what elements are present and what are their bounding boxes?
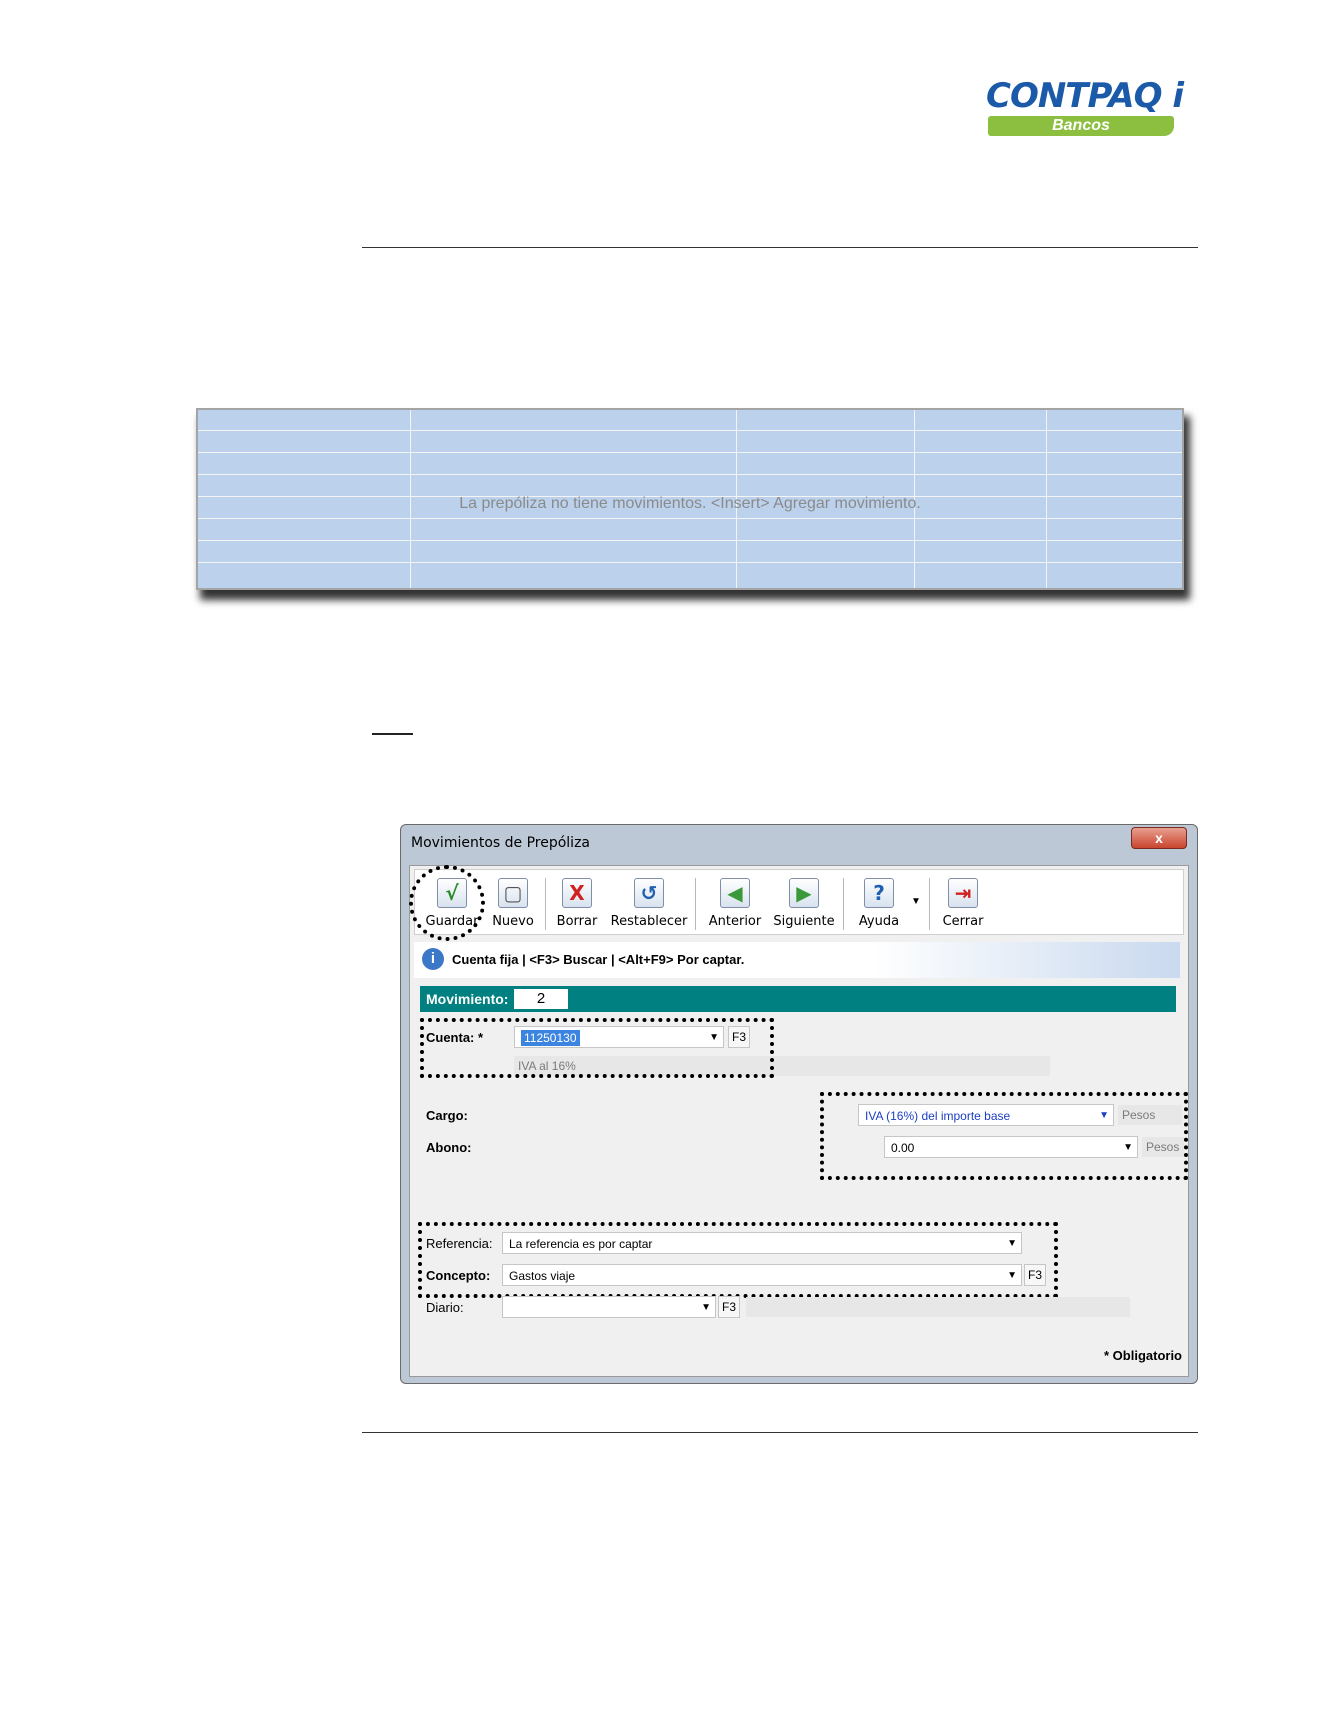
toolbar: √ Guardar ▢ Nuevo X Borrar ↺ Restablecer… [414,869,1184,935]
ayuda-dropdown-arrow-icon[interactable]: ▼ [911,896,921,907]
info-text: Cuenta fija | <F3> Buscar | <Alt+F9> Por… [452,952,745,967]
toolbar-separator [545,878,546,930]
info-bar: i Cuenta fija | <F3> Buscar | <Alt+F9> P… [414,942,1180,978]
borrar-label: Borrar [556,914,598,929]
movimiento-label: Movimiento: [426,991,509,1007]
siguiente-label: Siguiente [773,914,835,929]
window-title: Movimientos de Prepóliza [411,835,590,851]
diario-description [746,1297,1130,1317]
exit-icon: ⇥ [948,878,978,908]
cerrar-label: Cerrar [942,914,984,929]
cerrar-button[interactable]: ⇥ Cerrar [937,874,989,932]
movimientos-window: Movimientos de Prepóliza x √ Guardar ▢ N… [400,824,1198,1384]
new-document-icon: ▢ [498,878,528,908]
highlight-cargo-abono [820,1092,1188,1180]
contpaqi-logo: CONTPAQ i Bancos [986,76,1206,136]
toolbar-separator [929,878,930,930]
anterior-label: Anterior [708,914,762,929]
chevron-down-icon[interactable]: ▼ [701,1297,711,1319]
diario-select[interactable]: ▼ [502,1296,716,1318]
short-underline [372,733,413,735]
cargo-label: Cargo: [426,1108,468,1123]
grid-empty-message: La prepóliza no tiene movimientos. <Inse… [459,495,921,512]
info-icon: i [422,948,444,970]
movimiento-header: Movimiento: 2 [420,986,1176,1012]
toolbar-separator [695,878,696,930]
ayuda-button[interactable]: ? Ayuda [849,874,909,932]
borrar-button[interactable]: X Borrar [551,874,603,932]
close-window-button[interactable]: x [1131,827,1187,849]
movimiento-number: 2 [514,989,568,1009]
ayuda-label: Ayuda [858,914,900,929]
help-icon: ? [864,878,894,908]
toolbar-separator [843,878,844,930]
next-arrow-icon: ▶ [789,878,819,908]
nuevo-label: Nuevo [492,914,534,929]
diario-label: Diario: [426,1300,464,1315]
top-divider [362,247,1198,248]
highlight-cuenta [420,1018,774,1078]
delete-x-icon: X [562,878,592,908]
bottom-divider [362,1432,1198,1433]
logo-name: CONTPAQ i [986,76,1184,116]
nuevo-button[interactable]: ▢ Nuevo [485,874,541,932]
abono-label: Abono: [426,1140,472,1155]
previous-arrow-icon: ◀ [720,878,750,908]
restablecer-button[interactable]: ↺ Restablecer [607,874,691,932]
logo-product: Bancos [988,116,1174,136]
restablecer-label: Restablecer [610,914,688,929]
window-client-area: √ Guardar ▢ Nuevo X Borrar ↺ Restablecer… [409,865,1189,1377]
highlight-guardar [409,865,485,941]
required-footnote: * Obligatorio [1104,1348,1182,1363]
movements-grid[interactable]: La prepóliza no tiene movimientos. <Inse… [196,408,1184,590]
anterior-button[interactable]: ◀ Anterior [701,874,769,932]
highlight-referencia-concepto [418,1222,1058,1298]
diario-f3-button[interactable]: F3 [718,1296,741,1318]
siguiente-button[interactable]: ▶ Siguiente [769,874,839,932]
undo-icon: ↺ [634,878,664,908]
